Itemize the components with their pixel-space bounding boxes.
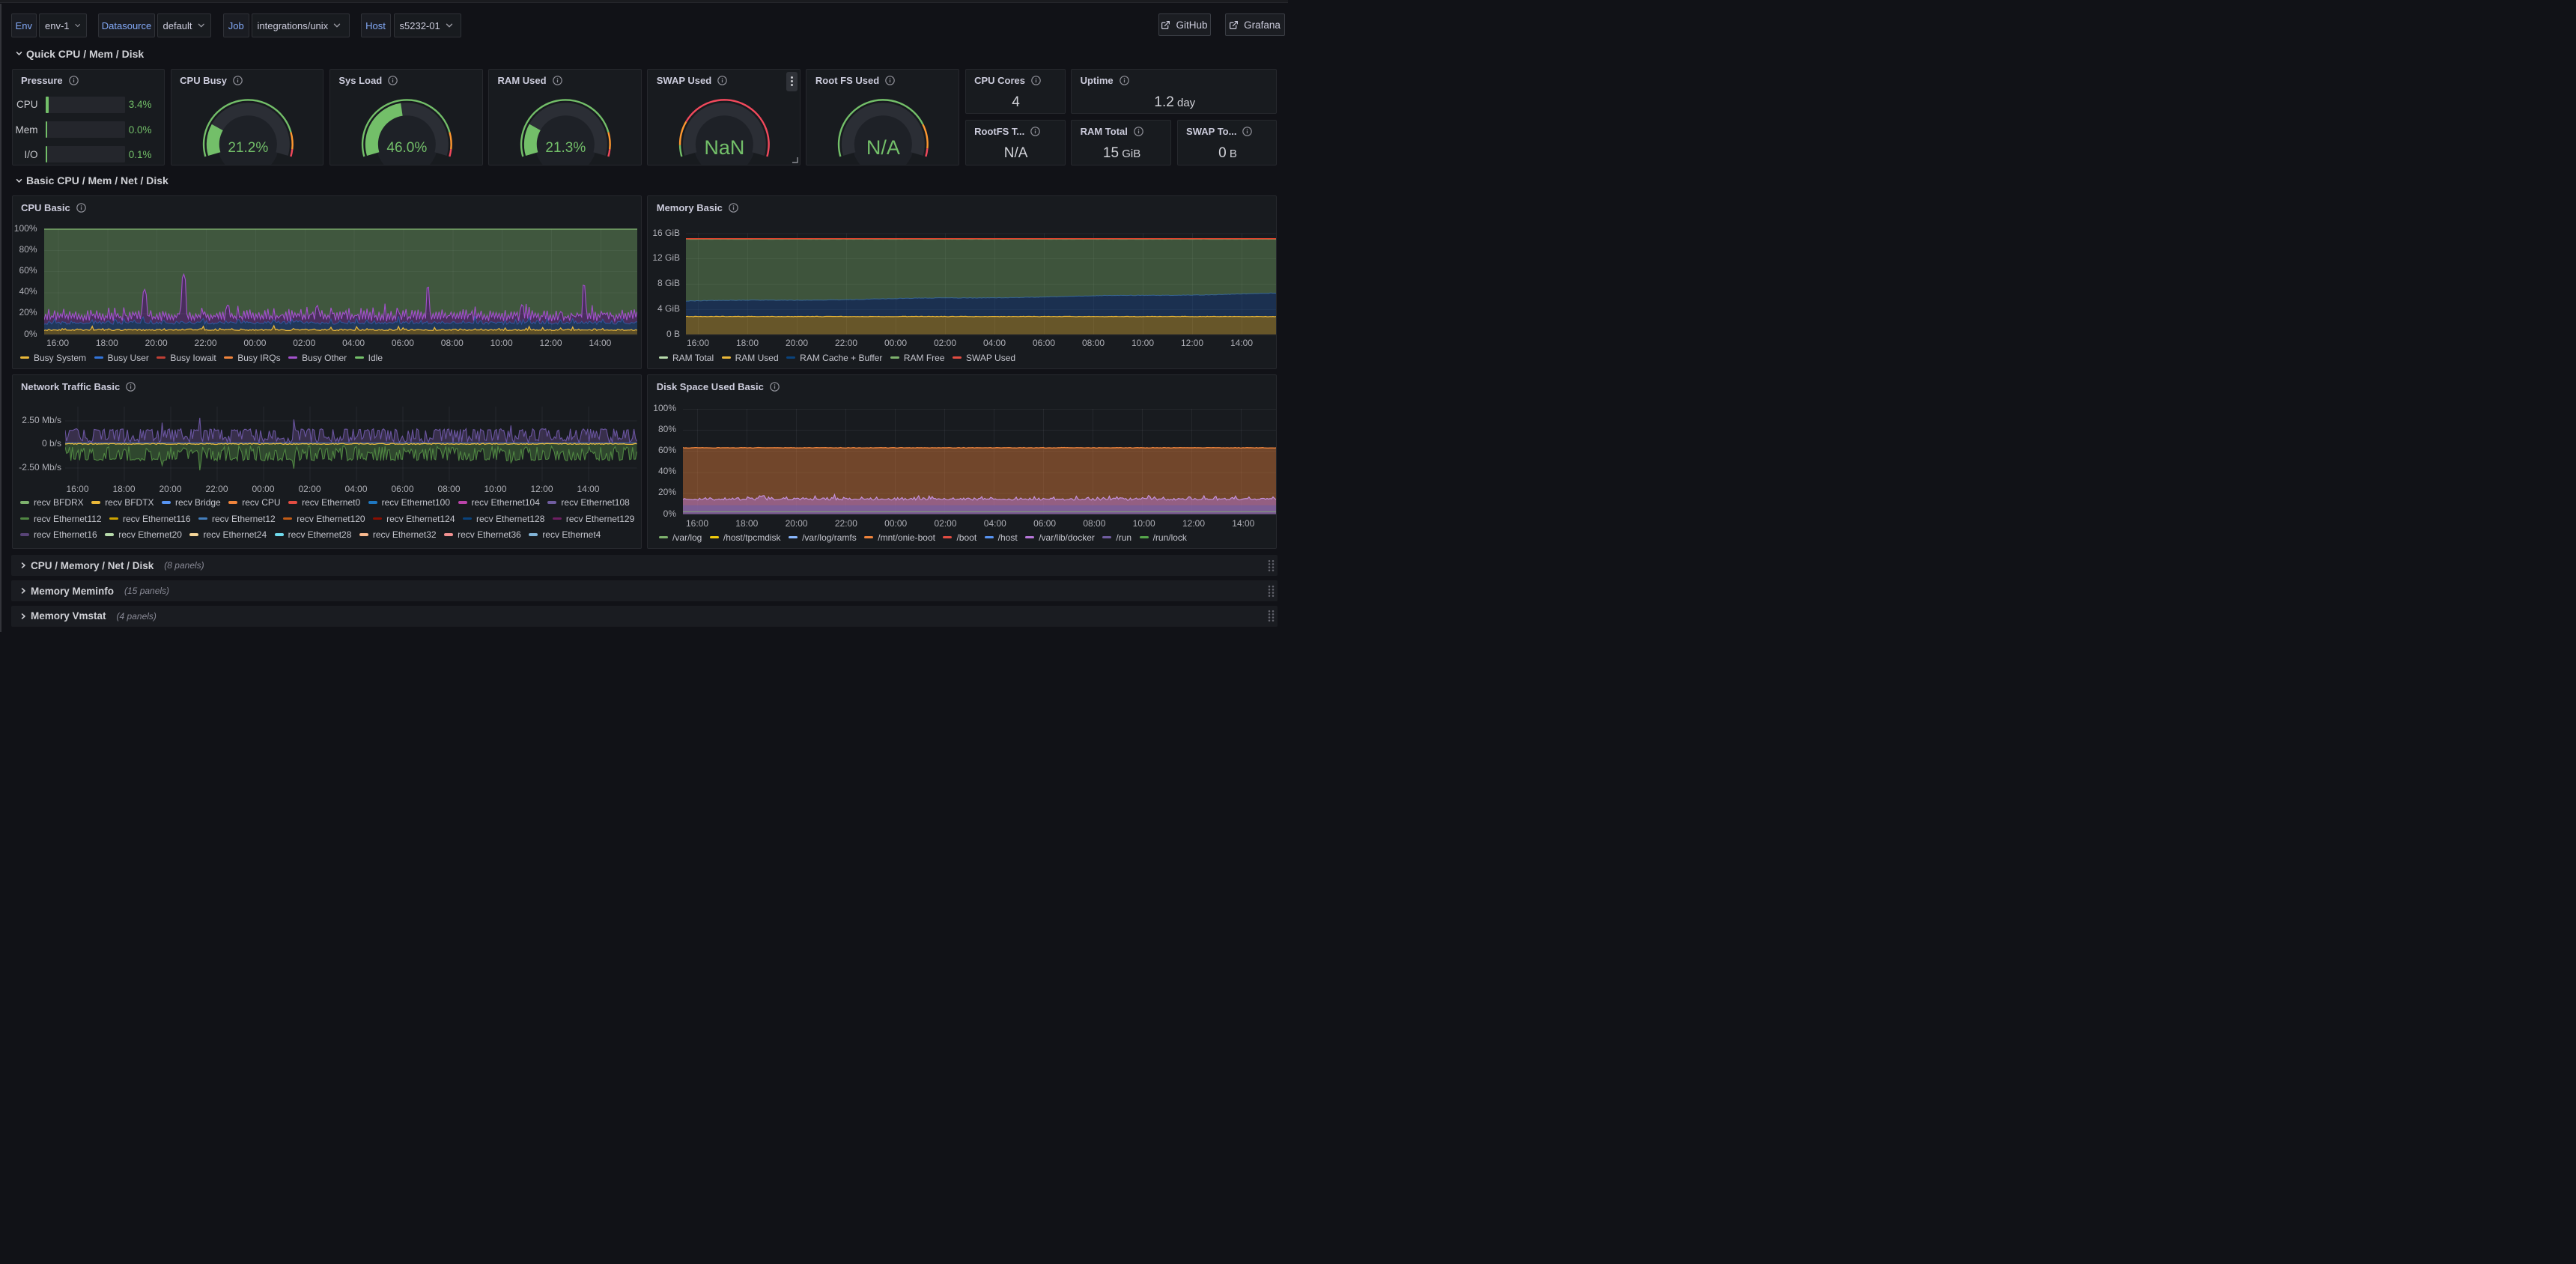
svg-text:N/A: N/A <box>866 136 900 159</box>
svg-text:NaN: NaN <box>705 136 745 159</box>
svg-text:21.3%: 21.3% <box>545 140 586 156</box>
svg-text:46.0%: 46.0% <box>386 140 427 156</box>
svg-text:21.2%: 21.2% <box>228 140 268 156</box>
